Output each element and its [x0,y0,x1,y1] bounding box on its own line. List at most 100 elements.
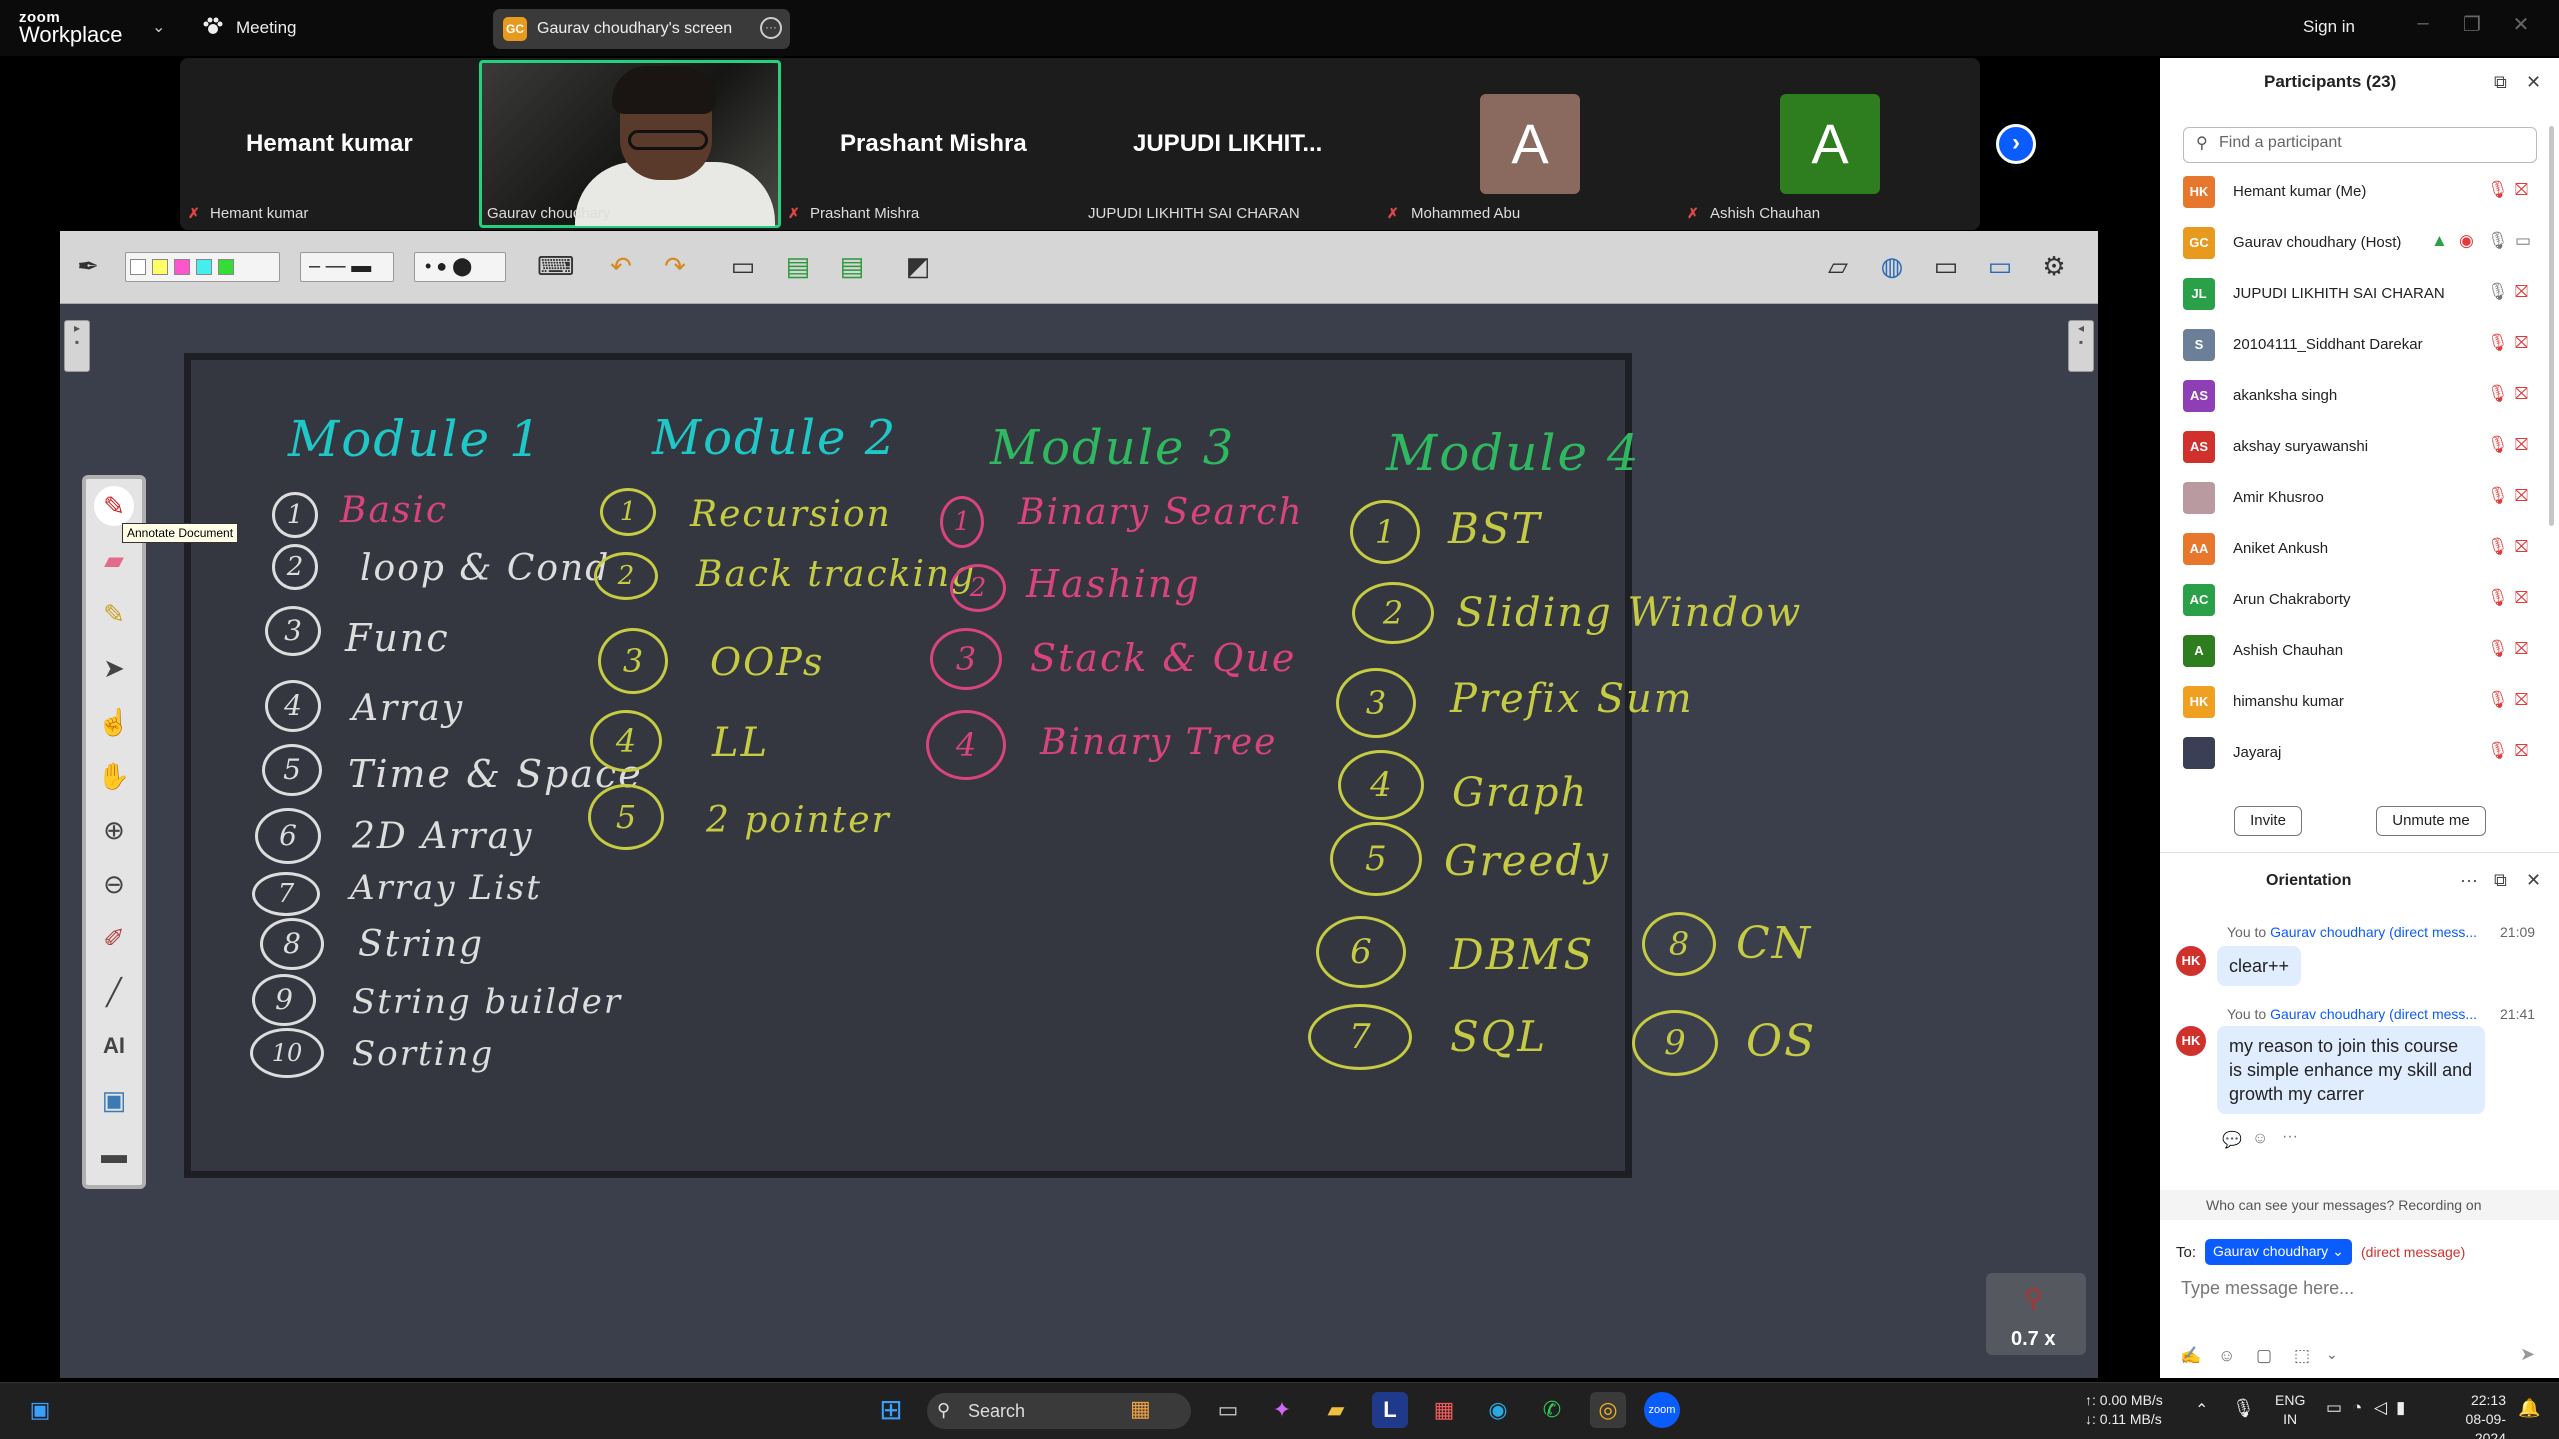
file-icon[interactable]: ▢ [2256,1346,2272,1366]
wifi-icon[interactable]: ◔ [2352,1398,2362,1418]
line-width-selector[interactable]: – — ▬ [300,252,394,282]
participant-row[interactable]: JL JUPUDI LIKHITH SAI CHARAN 🎙 ⛝ [2183,272,2543,316]
screen-icon[interactable]: ▭ [2326,1398,2342,1418]
left-panel-toggle[interactable]: ▸ ▪ [64,320,90,372]
dot-size-selector[interactable]: • ● ⬤ [414,252,506,282]
mic-icon[interactable]: 🎙 [2232,1398,2255,1419]
folder-icon[interactable]: ▭ [1928,248,1964,284]
highlighter-icon[interactable]: ✎ [94,594,134,634]
color-yellow[interactable] [152,259,168,275]
chevron-up-icon[interactable]: ⌃ [2195,1400,2208,1420]
volume-icon[interactable]: ◁ [2374,1398,2387,1418]
message-input[interactable]: Type message here... [2181,1278,2354,1299]
chevron-down-icon[interactable]: ⌄ [2326,1346,2338,1363]
new-page-icon[interactable]: ▭ [725,248,761,284]
more-icon[interactable]: ··· [2282,1128,2298,1146]
message-bubble[interactable]: clear++ [2217,946,2302,986]
screenshot-icon[interactable]: ⬚ [2294,1346,2310,1366]
pop-out-icon[interactable]: ⧉ [2494,72,2507,93]
language-indicator[interactable]: ENG IN [2275,1391,2305,1429]
participant-row[interactable]: HK himanshu kumar 🎙 ⛝ [2183,680,2543,724]
participant-row[interactable]: AA Aniket Ankush 🎙 ⛝ [2183,527,2543,571]
notification-bell-icon[interactable]: 🔔 [2518,1398,2540,1419]
participant-row[interactable]: AC Arun Chakraborty 🎙 ⛝ [2183,578,2543,622]
emoji-icon[interactable]: ☺ [2218,1346,2235,1366]
participant-row[interactable]: HK Hemant kumar (Me) 🎙 ⛝ [2183,170,2543,214]
redo-icon[interactable]: ↷ [657,248,693,284]
participant-row[interactable]: S 20104111_Siddhant Darekar 🎙 ⛝ [2183,323,2543,367]
close-icon[interactable]: ✕ [2526,72,2541,93]
right-panel-toggle[interactable]: ◂ ▪ [2068,320,2094,372]
clock[interactable]: 22:13 08-09-2024 [2436,1391,2506,1439]
participant-row[interactable]: A Ashish Chauhan 🎙 ⛝ [2183,629,2543,673]
store-icon[interactable]: ▦ [1426,1392,1462,1428]
recipient-dropdown[interactable]: Gaurav choudhary ⌄ [2205,1239,2352,1265]
participant-row[interactable]: Jayaraj 🎙 ⛝ [2183,731,2543,775]
file-explorer-icon[interactable]: ▰ [1318,1392,1354,1428]
copilot-icon[interactable]: ✦ [1264,1392,1300,1428]
close-icon[interactable]: ✕ [2526,870,2541,891]
screen-icon[interactable]: ▭ [1982,248,2018,284]
whatsapp-icon[interactable]: ✆ [1534,1392,1570,1428]
maximize-icon[interactable]: ❐ [2455,12,2489,42]
zoom-app-icon[interactable]: zoom [1644,1392,1680,1428]
task-view-icon[interactable]: ▭ [1210,1392,1246,1428]
color-green[interactable] [218,259,234,275]
message-recipient[interactable]: Gaurav choudhary [2270,924,2385,940]
shapes-icon[interactable]: ◩ [900,248,936,284]
participant-row[interactable]: AS akanksha singh 🎙 ⛝ [2183,374,2543,418]
message-bubble[interactable]: my reason to join this course is simple … [2217,1026,2485,1114]
eraser-icon[interactable]: ▰ [94,540,134,580]
chrome-icon[interactable]: ◎ [1590,1392,1626,1428]
edge-icon[interactable]: ◉ [1480,1392,1516,1428]
invite-button[interactable]: Invite [2234,806,2302,836]
participant-row[interactable]: Amir Khusroo 🎙 ⛝ [2183,476,2543,520]
pointer-hand-icon[interactable]: ☝ [94,702,134,742]
chevron-down-icon[interactable]: ⌄ [152,17,165,37]
whiteboard-icon[interactable]: ▱ [1820,248,1856,284]
chat-more-icon[interactable]: ··· [2460,870,2478,891]
text-tool-icon[interactable]: AI [94,1026,134,1066]
reply-icon[interactable]: 💬 [2222,1130,2242,1150]
message-recipient[interactable]: Gaurav choudhary [2270,1006,2385,1022]
annotate-document-icon[interactable]: ✎ [94,486,134,526]
select-arrow-icon[interactable]: ➤ [94,648,134,688]
sign-in-link[interactable]: Sign in [2303,17,2355,37]
meeting-icon[interactable] [202,16,224,38]
export-icon[interactable]: ▤ [834,248,870,284]
keyboard-icon[interactable]: ▬ [94,1134,134,1174]
color-cyan[interactable] [196,259,212,275]
privacy-notice[interactable]: Who can see your messages? Recording on [2206,1197,2481,1213]
minimize-icon[interactable]: – [2406,12,2440,42]
zoom-out-icon[interactable]: ⊖ [94,864,134,904]
import-icon[interactable]: ▤ [780,248,816,284]
participants-scrollbar[interactable] [2549,126,2554,526]
globe-icon[interactable]: ◍ [1874,248,1910,284]
battery-icon[interactable]: ▮ [2396,1398,2405,1418]
unmute-me-button[interactable]: Unmute me [2376,806,2486,836]
format-icon[interactable]: ✍ [2180,1346,2201,1366]
pen-tool-icon[interactable]: ✒ [70,248,106,284]
participant-row[interactable]: GC Gaurav choudhary (Host) ▲ ◉ 🎙 ▭ [2183,221,2543,265]
app-l-icon[interactable]: L [1372,1392,1408,1428]
keyboard-icon[interactable]: ⌨ [537,248,575,284]
emoji-react-icon[interactable]: ☺ [2252,1130,2268,1148]
line-tool-icon[interactable]: ╱ [94,972,134,1012]
settings-gear-icon[interactable]: ⚙ [2036,248,2072,284]
participant-row[interactable]: AS akshay suryawanshi 🎙 ⛝ [2183,425,2543,469]
next-page-button[interactable]: › [1996,124,2036,164]
screen-capture-icon[interactable]: ▣ [94,1080,134,1120]
pop-out-icon[interactable]: ⧉ [2494,870,2507,891]
send-icon[interactable]: ➤ [2520,1344,2535,1365]
windows-start-icon[interactable]: ⊞ [873,1392,909,1428]
color-white[interactable] [130,259,146,275]
undo-icon[interactable]: ↶ [603,248,639,284]
pan-hand-icon[interactable]: ✋ [94,756,134,796]
widgets-icon[interactable]: ▣ [22,1392,58,1428]
meeting-menu[interactable]: Meeting [236,18,296,38]
more-options-icon[interactable]: ··· [760,17,782,39]
zoom-in-icon[interactable]: ⊕ [94,810,134,850]
taskbar-search-input[interactable] [927,1393,1191,1429]
color-pink[interactable] [174,259,190,275]
close-window-icon[interactable]: ✕ [2504,12,2538,42]
